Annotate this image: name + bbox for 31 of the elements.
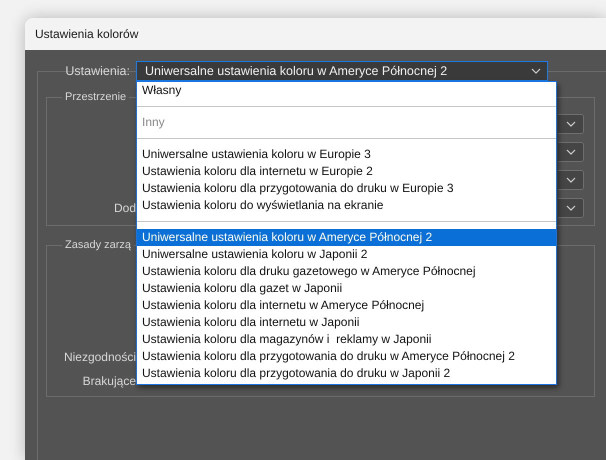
settings-dropdown[interactable]: Uniwersalne ustawienia koloru w Ameryce Północnej 2 (136, 61, 548, 81)
dropdown-option: Inny (137, 114, 556, 131)
dropdown-field[interactable] (558, 198, 584, 218)
dropdown-option[interactable]: Ustawienia koloru dla przygotowania do druku w Japonii 2 (137, 365, 556, 382)
dropdown-field[interactable] (558, 170, 584, 190)
dropdown-option[interactable]: Własny (137, 82, 556, 99)
chevron-icon (531, 68, 541, 74)
field-label: Niezgodności (62, 350, 136, 364)
chevron-icon (566, 177, 576, 183)
dropdown-option[interactable]: Ustawienia koloru dla internetu w Japonii (137, 314, 556, 331)
dropdown-option[interactable]: Ustawienia koloru dla gazet w Japonii (137, 280, 556, 297)
field-label: Dod (112, 201, 136, 215)
group-title: Zasady zarzą (62, 238, 134, 252)
field-label: Brakujące (82, 374, 136, 388)
dropdown-field[interactable] (558, 142, 584, 162)
dropdown-option[interactable]: Ustawienia koloru dla internetu w Europie 2 (137, 163, 556, 180)
dropdown-option[interactable]: Ustawienia koloru dla przygotowania do druku w Europie 3 (137, 180, 556, 197)
dropdown-field[interactable] (558, 114, 584, 134)
dropdown-option[interactable]: Ustawienia koloru dla magazynów i reklamy w Japonii (137, 331, 556, 348)
chevron-icon (566, 149, 576, 155)
dropdown-option[interactable]: Uniwersalne ustawienia koloru w Japonii 2 (137, 246, 556, 263)
dropdown-option[interactable]: Ustawienia koloru dla internetu w Ameryce Północnej (137, 297, 556, 314)
dropdown-option[interactable]: Ustawienia koloru dla druku gazetowego w Ameryce Północnej (137, 263, 556, 280)
dropdown-option[interactable]: Ustawienia koloru dla przygotowania do druku w Ameryce Północnej 2 (137, 348, 556, 365)
settings-label: Ustawienia: (64, 64, 130, 78)
chevron-icon (566, 121, 576, 127)
dropdown-option[interactable]: Uniwersalne ustawienia koloru w Ameryce Północnej 2 (137, 229, 556, 246)
dropdown-option[interactable]: Ustawienia koloru do wyświetlania na ekranie (137, 197, 556, 214)
window-title: Ustawienia kolorów (35, 27, 138, 41)
dropdown-option[interactable]: Uniwersalne ustawienia koloru w Europie 3 (137, 146, 556, 163)
chevron-icon (566, 205, 576, 211)
